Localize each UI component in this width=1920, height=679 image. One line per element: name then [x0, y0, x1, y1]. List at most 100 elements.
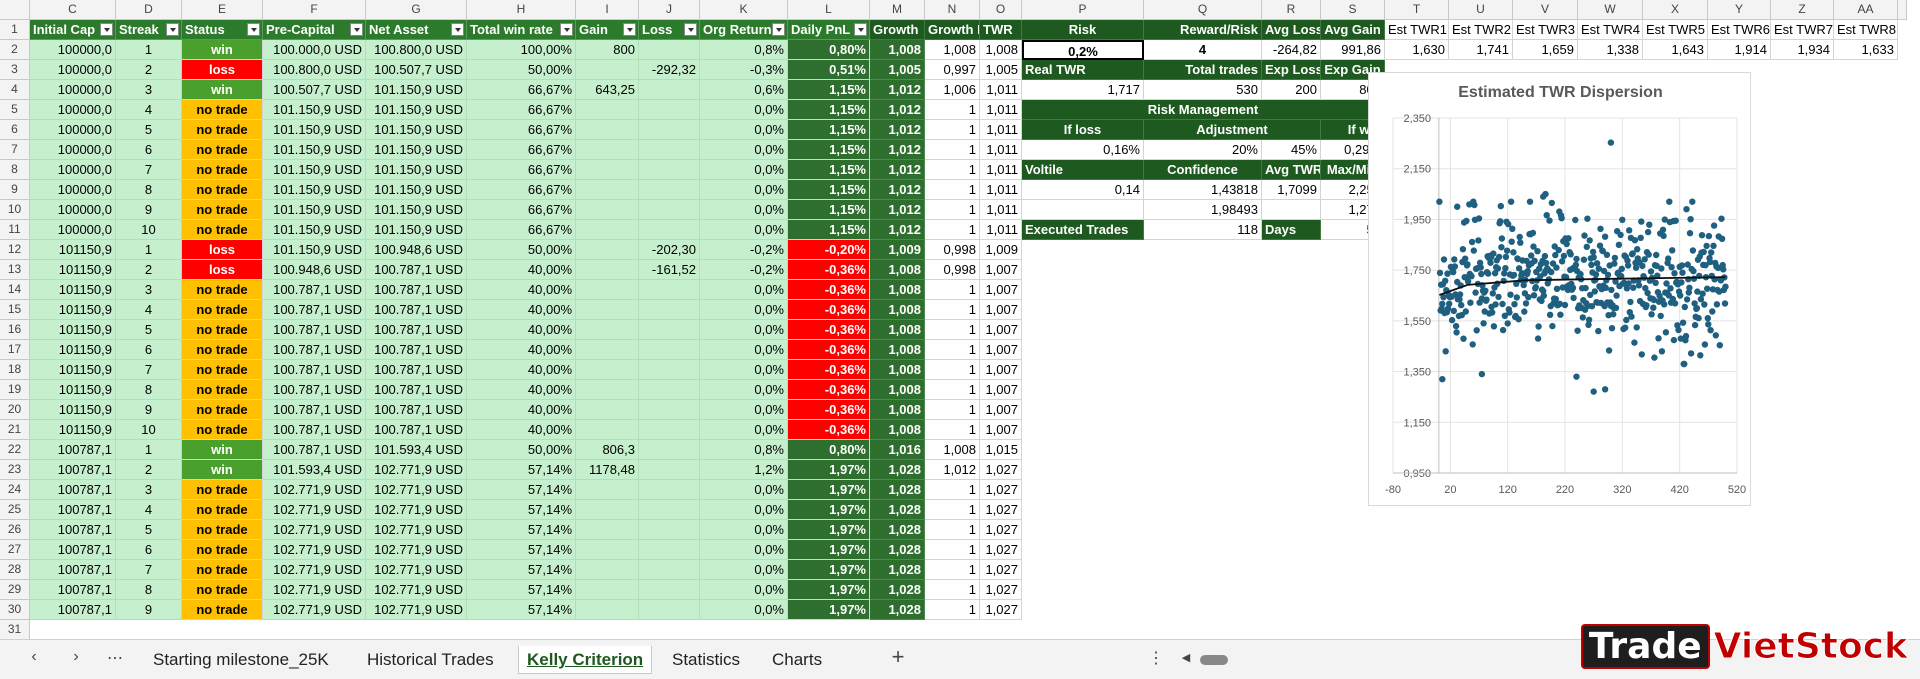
table-cell[interactable]: 100787,1	[30, 600, 116, 620]
table-cell[interactable]: 40,00%	[467, 400, 576, 420]
row-header[interactable]: 23	[0, 460, 30, 480]
table-cell[interactable]: 101150,9	[30, 400, 116, 420]
table-cell[interactable]: 1,006	[925, 80, 980, 100]
status-badge[interactable]: no trade	[182, 100, 263, 120]
table-cell[interactable]: 57,14%	[467, 500, 576, 520]
table-cell[interactable]	[639, 600, 700, 620]
table-cell[interactable]: 0,8%	[700, 40, 788, 60]
status-badge[interactable]: no trade	[182, 220, 263, 240]
row-header[interactable]: 30	[0, 600, 30, 620]
tab-kelly-criterion[interactable]: Kelly Criterion	[518, 646, 653, 674]
table-cell[interactable]	[639, 80, 700, 100]
status-badge[interactable]: no trade	[182, 280, 263, 300]
est-twr-value[interactable]: 1,914	[1708, 40, 1771, 60]
table-cell[interactable]: 1,15%	[788, 140, 870, 160]
table-cell[interactable]: 100.787,1 USD	[366, 320, 467, 340]
row-header[interactable]: 14	[0, 280, 30, 300]
table-header-growth-f[interactable]: Growth F	[925, 20, 980, 40]
table-cell[interactable]: 0,6%	[700, 80, 788, 100]
table-header-growth[interactable]: Growth	[870, 20, 925, 40]
avg-loss-value[interactable]: -264,82	[1262, 40, 1321, 60]
table-cell[interactable]: 101.150,9 USD	[366, 180, 467, 200]
table-cell[interactable]: 0,0%	[700, 540, 788, 560]
table-cell[interactable]: 1,97%	[788, 460, 870, 480]
table-cell[interactable]: 100.787,1 USD	[263, 420, 366, 440]
column-header[interactable]: E	[182, 0, 263, 20]
status-badge[interactable]: no trade	[182, 320, 263, 340]
table-cell[interactable]: 102.771,9 USD	[366, 460, 467, 480]
table-cell[interactable]: 1,008	[870, 400, 925, 420]
column-header[interactable]: V	[1513, 0, 1578, 20]
table-cell[interactable]	[576, 360, 639, 380]
column-header[interactable]: Y	[1708, 0, 1771, 20]
row-header[interactable]: 13	[0, 260, 30, 280]
table-cell[interactable]: 5	[116, 120, 182, 140]
table-cell[interactable]: 100787,1	[30, 440, 116, 460]
column-header[interactable]: R	[1262, 0, 1321, 20]
table-cell[interactable]: 1,027	[980, 600, 1022, 620]
table-cell[interactable]: 40,00%	[467, 280, 576, 300]
table-cell[interactable]: 1,011	[980, 200, 1022, 220]
row-header[interactable]: 24	[0, 480, 30, 500]
table-cell[interactable]: 101.150,9 USD	[263, 180, 366, 200]
row-header[interactable]: 7	[0, 140, 30, 160]
table-cell[interactable]	[576, 160, 639, 180]
table-cell[interactable]: 102.771,9 USD	[366, 500, 467, 520]
table-cell[interactable]: 1,012	[870, 180, 925, 200]
est-twr-header[interactable]: Est TWR3	[1513, 20, 1578, 40]
row-header[interactable]: 17	[0, 340, 30, 360]
table-cell[interactable]: 1	[925, 140, 980, 160]
row-header[interactable]: 5	[0, 100, 30, 120]
table-cell[interactable]: 100.507,7 USD	[366, 60, 467, 80]
table-cell[interactable]	[576, 300, 639, 320]
row-header[interactable]: 11	[0, 220, 30, 240]
table-cell[interactable]: 1,028	[870, 460, 925, 480]
table-cell[interactable]: 100.787,1 USD	[366, 260, 467, 280]
table-cell[interactable]	[639, 180, 700, 200]
table-cell[interactable]: 100000,0	[30, 60, 116, 80]
table-cell[interactable]: 1,015	[980, 440, 1022, 460]
table-header-daily-pnl[interactable]: Daily PnL	[788, 20, 870, 40]
table-cell[interactable]: 57,14%	[467, 520, 576, 540]
table-cell[interactable]: 1,027	[980, 540, 1022, 560]
status-badge[interactable]: no trade	[182, 340, 263, 360]
table-cell[interactable]: -0,36%	[788, 420, 870, 440]
table-cell[interactable]: 2	[116, 460, 182, 480]
table-cell[interactable]: 1,008	[870, 360, 925, 380]
table-cell[interactable]: 1,011	[980, 80, 1022, 100]
row-header[interactable]: 6	[0, 120, 30, 140]
table-cell[interactable]: 100000,0	[30, 160, 116, 180]
table-cell[interactable]: 1	[925, 580, 980, 600]
row-header[interactable]: 3	[0, 60, 30, 80]
table-cell[interactable]: 1,012	[870, 140, 925, 160]
status-badge[interactable]: no trade	[182, 480, 263, 500]
column-header[interactable]: C	[30, 0, 116, 20]
table-cell[interactable]: -0,36%	[788, 340, 870, 360]
table-cell[interactable]: 3	[116, 280, 182, 300]
real-twr-value[interactable]: 1,717	[1022, 80, 1144, 100]
table-cell[interactable]: 1,027	[980, 500, 1022, 520]
table-cell[interactable]: 1,007	[980, 420, 1022, 440]
table-cell[interactable]: -0,36%	[788, 280, 870, 300]
table-cell[interactable]: 66,67%	[467, 80, 576, 100]
table-cell[interactable]: 100.787,1 USD	[263, 300, 366, 320]
more-sheets-icon[interactable]: ⋯	[105, 648, 125, 668]
table-cell[interactable]: 40,00%	[467, 380, 576, 400]
table-cell[interactable]: -0,36%	[788, 380, 870, 400]
table-cell[interactable]: 1	[925, 520, 980, 540]
column-header[interactable]: O	[980, 0, 1022, 20]
table-cell[interactable]: 0,8%	[700, 440, 788, 460]
est-twr-value[interactable]: 1,741	[1449, 40, 1513, 60]
table-cell[interactable]	[576, 280, 639, 300]
twr-dispersion-chart[interactable]: Estimated TWR Dispersion -80 20 120 220 320 42…	[1368, 72, 1751, 506]
table-cell[interactable]: 1	[116, 440, 182, 460]
status-badge[interactable]: loss	[182, 240, 263, 260]
column-header[interactable]: N	[925, 0, 980, 20]
column-header[interactable]: Q	[1144, 0, 1262, 20]
filter-dropdown-icon[interactable]	[247, 23, 260, 36]
table-cell[interactable]: 1	[925, 560, 980, 580]
table-cell[interactable]: 1,97%	[788, 540, 870, 560]
table-cell[interactable]: 1,97%	[788, 480, 870, 500]
table-cell[interactable]: 7	[116, 560, 182, 580]
table-cell[interactable]	[576, 580, 639, 600]
